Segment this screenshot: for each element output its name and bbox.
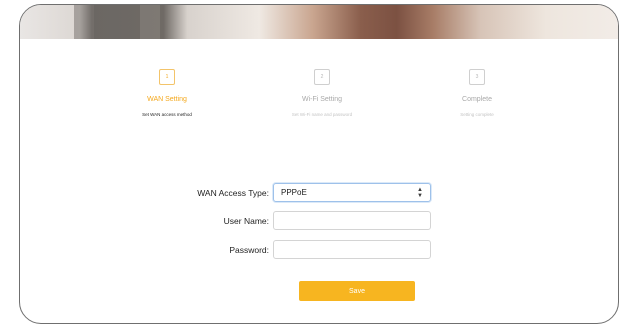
step-3-title: Complete — [462, 96, 492, 103]
step-wan-setting: 1 WAN Setting Set WAN access method — [92, 69, 242, 118]
step-2-title: Wi-Fi Setting — [301, 96, 343, 103]
header-banner-image — [20, 5, 618, 39]
password-input[interactable] — [273, 240, 431, 259]
step-2-icon: 2 — [314, 69, 330, 85]
step-2-subtitle: Set Wi-Fi name and password — [291, 112, 353, 117]
save-button[interactable]: Save — [299, 281, 415, 301]
password-label: Password: — [229, 245, 269, 255]
user-name-label: User Name: — [223, 216, 269, 226]
wan-access-type-select[interactable]: PPPoE ▲ ▼ — [273, 183, 431, 202]
browser-frame: 1 WAN Setting Set WAN access method 2 Wi… — [19, 4, 619, 324]
user-name-input[interactable] — [273, 211, 431, 230]
wan-access-type-label: WAN Access Type: — [197, 188, 269, 198]
step-complete: 3 Complete Setting complete — [402, 69, 552, 118]
wan-access-type-value: PPPoE — [281, 188, 307, 197]
step-1-title: WAN Setting — [147, 96, 187, 103]
select-arrows-icon: ▲ ▼ — [417, 186, 423, 199]
step-1-icon: 1 — [159, 69, 175, 85]
step-3-icon: 3 — [469, 69, 485, 85]
step-3-subtitle: Setting complete — [460, 112, 494, 117]
step-1-subtitle: Set WAN access method — [142, 112, 192, 117]
step-wifi-setting: 2 Wi-Fi Setting Set Wi-Fi name and passw… — [247, 69, 397, 118]
